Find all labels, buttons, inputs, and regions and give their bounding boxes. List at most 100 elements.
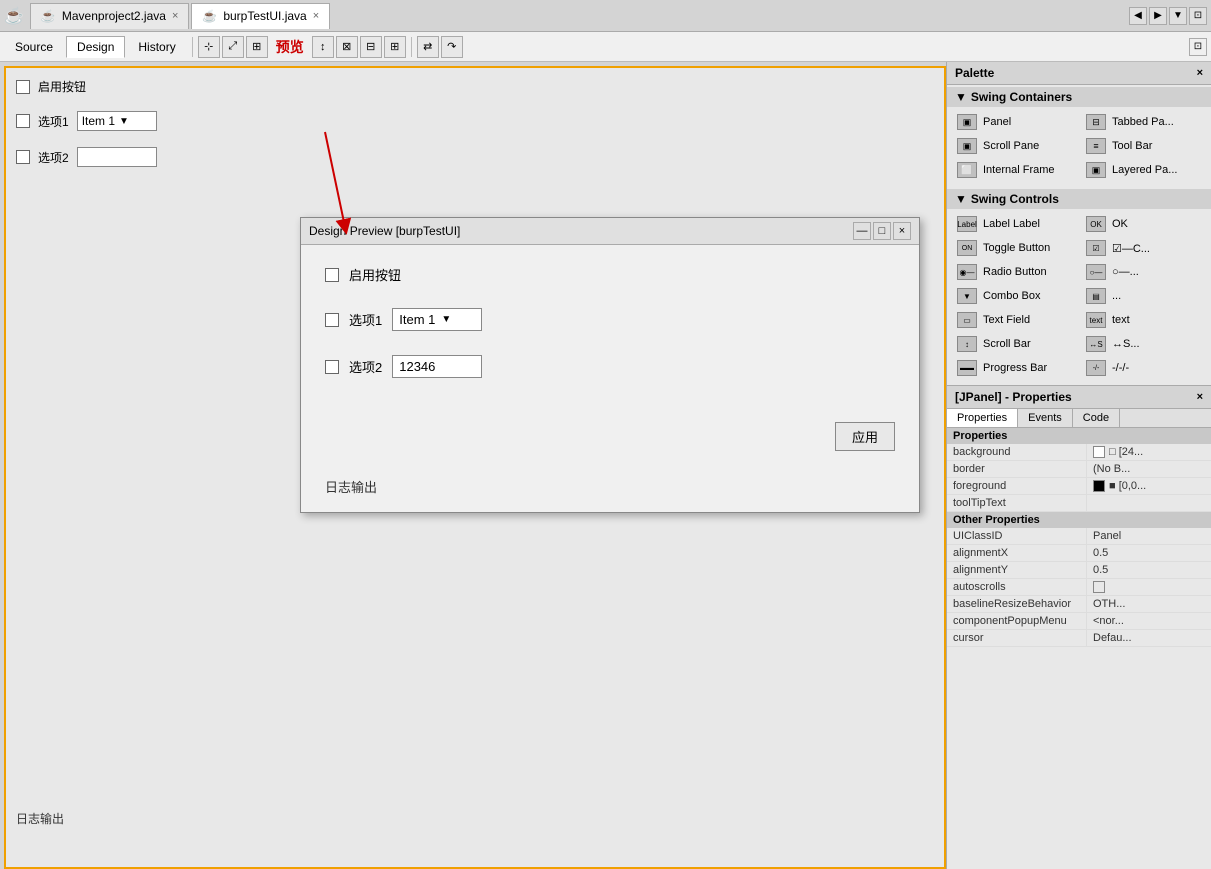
prop-row-foreground: foreground ■ [0,0...	[947, 478, 1211, 495]
editor-maximize-btn[interactable]: ⊡	[1189, 38, 1207, 56]
tab-nav-left[interactable]: ◀	[1129, 7, 1147, 25]
dialog-restore-btn[interactable]: □	[873, 222, 891, 240]
progressbar2-icon: -/-	[1086, 360, 1106, 376]
dialog-checkbox-enable[interactable]	[325, 268, 339, 282]
palette-item-button[interactable]: OK OK	[1080, 213, 1207, 235]
tab-nav-down[interactable]: ▼	[1169, 7, 1187, 25]
dialog-label-option2: 选项2	[349, 357, 382, 376]
dialog-textfield-option2[interactable]: 12346	[392, 355, 482, 378]
palette-item-tabbed[interactable]: ⊟ Tabbed Pa...	[1080, 111, 1207, 133]
prop-tab-code[interactable]: Code	[1073, 409, 1120, 427]
prop-row-autoscrolls: autoscrolls	[947, 579, 1211, 596]
palette-controls-grid: Label Label Label OK OK ON Toggle Button…	[947, 209, 1211, 383]
palette-item-progressbar[interactable]: ▬▬ Progress Bar	[951, 357, 1078, 379]
textfield-option2[interactable]: 12346	[77, 147, 157, 167]
ide-window: ☕ ☕ Mavenproject2.java × ☕ burpTestUI.ja…	[0, 0, 1211, 869]
dialog-checkbox-option2[interactable]	[325, 360, 339, 374]
palette-item-toggle[interactable]: ON Toggle Button	[951, 237, 1078, 259]
palette-item-scrollpane[interactable]: ▣ Scroll Pane	[951, 135, 1078, 157]
scrollpane-icon: ▣	[957, 138, 977, 154]
tab-burptestui[interactable]: ☕ burpTestUI.java ×	[191, 3, 330, 29]
palette-item-panel[interactable]: ▣ Panel	[951, 111, 1078, 133]
dialog-apply-row: 应用	[301, 422, 919, 467]
toolbar-btn-8[interactable]: ⇄	[417, 36, 439, 58]
palette-header: Palette ×	[947, 62, 1211, 85]
palette-item-scrollbar2[interactable]: ↔S ↔S...	[1080, 333, 1207, 355]
log-label: 日志输出	[16, 812, 64, 826]
palette-item-radio2[interactable]: ○— ○—...	[1080, 261, 1207, 283]
tab-nav-buttons: ◀ ▶ ▼ ⊡	[1129, 7, 1207, 25]
prop-value-aligny: 0.5	[1087, 562, 1211, 578]
dialog-combo-arrow: ▼	[441, 314, 451, 325]
palette-item-progressbar2[interactable]: -/- -/-/-	[1080, 357, 1207, 379]
prop-name-cursor: cursor	[947, 630, 1087, 646]
properties-close-btn[interactable]: ×	[1197, 391, 1203, 403]
palette-containers-grid: ▣ Panel ⊟ Tabbed Pa... ▣ Scroll Pane ≡ T…	[947, 107, 1211, 185]
toolbar-btn-3[interactable]: ⊞	[246, 36, 268, 58]
autoscrolls-checkbox[interactable]	[1093, 581, 1105, 593]
tab-history[interactable]: History	[127, 36, 186, 58]
palette-section-containers: ▼ Swing Containers ▣ Panel ⊟ Tabbed Pa..…	[947, 85, 1211, 187]
bg-color-box	[1093, 446, 1105, 458]
palette-item-combo[interactable]: ▼ Combo Box	[951, 285, 1078, 307]
prop-row-uiclassid: UIClassID Panel	[947, 528, 1211, 545]
toolbar-btn-5[interactable]: ⊠	[336, 36, 358, 58]
palette-close-btn[interactable]: ×	[1197, 67, 1203, 79]
prop-value-foreground: ■ [0,0...	[1087, 478, 1211, 494]
properties-panel: [JPanel] - Properties × Properties Event…	[947, 385, 1211, 869]
checkbox-option2[interactable]	[16, 150, 30, 164]
combo-option1[interactable]: Item 1 ▼	[77, 111, 157, 131]
editor-toolbar: Source Design History ⊹ ⤢ ⊞ 预览 ↕ ⊠ ⊟ ⊞ ⇄…	[0, 32, 1211, 62]
palette-section-containers-header[interactable]: ▼ Swing Containers	[947, 87, 1211, 107]
button-icon: OK	[1086, 216, 1106, 232]
prop-row-popupmenu: componentPopupMenu <nor...	[947, 613, 1211, 630]
palette-item-layeredpane[interactable]: ▣ Layered Pa...	[1080, 159, 1207, 181]
toolbar-btn-9[interactable]: ↷	[441, 36, 463, 58]
palette-item-checkbox[interactable]: ☑ ☑—C...	[1080, 237, 1207, 259]
palette-panel: Palette × ▼ Swing Containers ▣ Panel ⊟ T…	[946, 62, 1211, 869]
prop-tab-events[interactable]: Events	[1018, 409, 1073, 427]
dialog-minimize-btn[interactable]: —	[853, 222, 871, 240]
form-content: 启用按钮 选项1 Item 1 ▼ 选项2	[6, 68, 944, 185]
palette-item-textfield2[interactable]: text text	[1080, 309, 1207, 331]
dialog-combo-option1[interactable]: Item 1 ▼	[392, 308, 482, 331]
properties-tabs: Properties Events Code	[947, 409, 1211, 428]
toolbar-btn-2[interactable]: ⤢	[222, 36, 244, 58]
checkbox-enable[interactable]	[16, 80, 30, 94]
tab-source[interactable]: Source	[4, 36, 64, 58]
palette-item-textfield[interactable]: ▭ Text Field	[951, 309, 1078, 331]
palette-section-controls-header[interactable]: ▼ Swing Controls	[947, 189, 1211, 209]
prop-name-border: border	[947, 461, 1087, 477]
palette-item-label[interactable]: Label Label Label	[951, 213, 1078, 235]
radio2-icon: ○—	[1086, 264, 1106, 280]
tab-burptestui-close[interactable]: ×	[313, 10, 319, 22]
tab-mavenproject-close[interactable]: ×	[172, 10, 178, 22]
preview-label: 预览	[270, 37, 310, 57]
palette-item-scrollbar[interactable]: ↕ Scroll Bar	[951, 333, 1078, 355]
dialog-apply-btn[interactable]: 应用	[835, 422, 895, 451]
tab-nav-right[interactable]: ▶	[1149, 7, 1167, 25]
label-icon: Label	[957, 216, 977, 232]
textfield-icon: ▭	[957, 312, 977, 328]
checkbox-option1[interactable]	[16, 114, 30, 128]
toolbar-btn-4[interactable]: ↕	[312, 36, 334, 58]
properties-title: [JPanel] - Properties	[955, 390, 1072, 404]
palette-item-toolbar[interactable]: ≡ Tool Bar	[1080, 135, 1207, 157]
dialog-checkbox-option1[interactable]	[325, 313, 339, 327]
toolbar-btn-6[interactable]: ⊟	[360, 36, 382, 58]
palette-item-combo2[interactable]: ▤ ...	[1080, 285, 1207, 307]
dialog-close-btn[interactable]: ×	[893, 222, 911, 240]
palette-item-radio[interactable]: ◉— Radio Button	[951, 261, 1078, 283]
tab-maximize[interactable]: ⊡	[1189, 7, 1207, 25]
tab-mavenproject[interactable]: ☕ Mavenproject2.java ×	[30, 3, 189, 29]
design-canvas[interactable]: 启用按钮 选项1 Item 1 ▼ 选项2	[0, 62, 946, 869]
toolbar-btn-1[interactable]: ⊹	[198, 36, 220, 58]
palette-item-internalframe[interactable]: ⬜ Internal Frame	[951, 159, 1078, 181]
panel-icon: ▣	[957, 114, 977, 130]
toolbar-btn-7[interactable]: ⊞	[384, 36, 406, 58]
preview-dialog: Design Preview [burpTestUI] — □ × 启用按钮 选…	[300, 217, 920, 513]
prop-tab-properties[interactable]: Properties	[947, 409, 1018, 427]
prop-row-alignx: alignmentX 0.5	[947, 545, 1211, 562]
prop-value-uiclassid: Panel	[1087, 528, 1211, 544]
tab-design[interactable]: Design	[66, 36, 125, 58]
